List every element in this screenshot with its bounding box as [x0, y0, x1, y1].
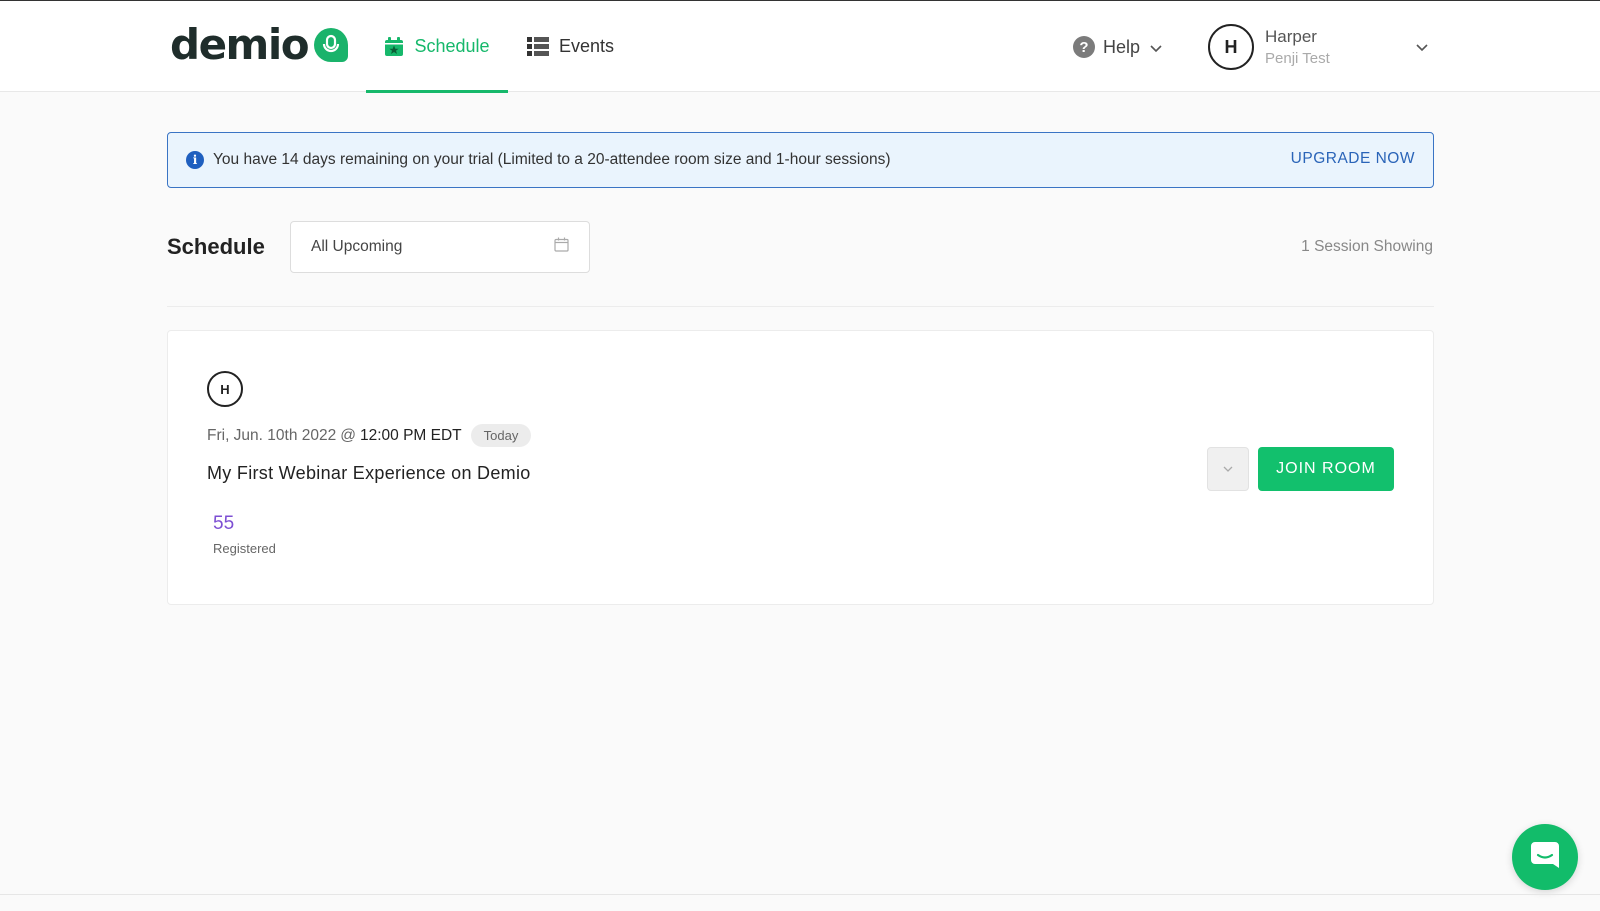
chevron-down-icon [1416, 39, 1428, 57]
info-icon: i [186, 151, 204, 169]
host-avatar: H [207, 371, 243, 407]
chevron-down-icon [1223, 460, 1233, 478]
tab-schedule[interactable]: Schedule [366, 1, 508, 93]
logo-wordmark: demio [170, 20, 310, 69]
today-badge: Today [470, 424, 532, 447]
upgrade-now-link[interactable]: UPGRADE NOW [1291, 150, 1415, 168]
demio-logo[interactable]: demio [170, 20, 349, 69]
session-count: 1 Session Showing [1301, 238, 1433, 255]
session-date: Fri, Jun. 10th 2022 [207, 426, 337, 444]
user-menu[interactable]: H Harper Penji Test [1208, 23, 1428, 71]
tab-events-label: Events [559, 36, 615, 56]
user-name: Harper [1265, 26, 1317, 46]
user-info: Harper Penji Test [1265, 25, 1330, 70]
microphone-logo-icon [314, 28, 349, 62]
user-organization: Penji Test [1265, 50, 1330, 68]
registered-label: Registered [213, 541, 276, 556]
date-filter-value: All Upcoming [311, 238, 403, 255]
chat-icon [1528, 838, 1562, 877]
event-title[interactable]: My First Webinar Experience on Demio [207, 463, 531, 484]
help-menu[interactable]: ? Help [1073, 35, 1162, 59]
top-nav-bar: demio Schedule Events ? Help H Harper Pe… [0, 1, 1600, 93]
calendar-icon [554, 237, 569, 257]
chat-launcher-button[interactable] [1512, 824, 1578, 890]
question-icon: ? [1073, 36, 1095, 58]
section-divider [167, 306, 1434, 307]
session-at-symbol: @ [340, 426, 356, 444]
calendar-star-icon [384, 36, 404, 57]
trial-banner: i You have 14 days remaining on your tri… [167, 132, 1434, 188]
page-title: Schedule [167, 234, 265, 259]
list-icon [527, 37, 549, 56]
session-datetime: Fri, Jun. 10th 2022 @ 12:00 PM EDT Today [207, 424, 532, 447]
session-card: H Fri, Jun. 10th 2022 @ 12:00 PM EDT Tod… [167, 330, 1434, 605]
active-tab-indicator [366, 90, 508, 93]
tab-events[interactable]: Events [527, 1, 614, 92]
registered-count: 55 [213, 513, 235, 534]
tab-schedule-label: Schedule [414, 36, 490, 56]
user-avatar: H [1208, 24, 1254, 70]
date-range-filter[interactable]: All Upcoming [290, 221, 590, 273]
session-options-button[interactable] [1207, 447, 1249, 491]
footer-divider [0, 894, 1600, 895]
join-room-button[interactable]: JOIN ROOM [1258, 447, 1394, 491]
chevron-down-icon [1150, 37, 1162, 58]
help-label: Help [1103, 36, 1141, 57]
session-time: 12:00 PM EDT [360, 426, 462, 444]
trial-message: You have 14 days remaining on your trial… [213, 151, 891, 168]
